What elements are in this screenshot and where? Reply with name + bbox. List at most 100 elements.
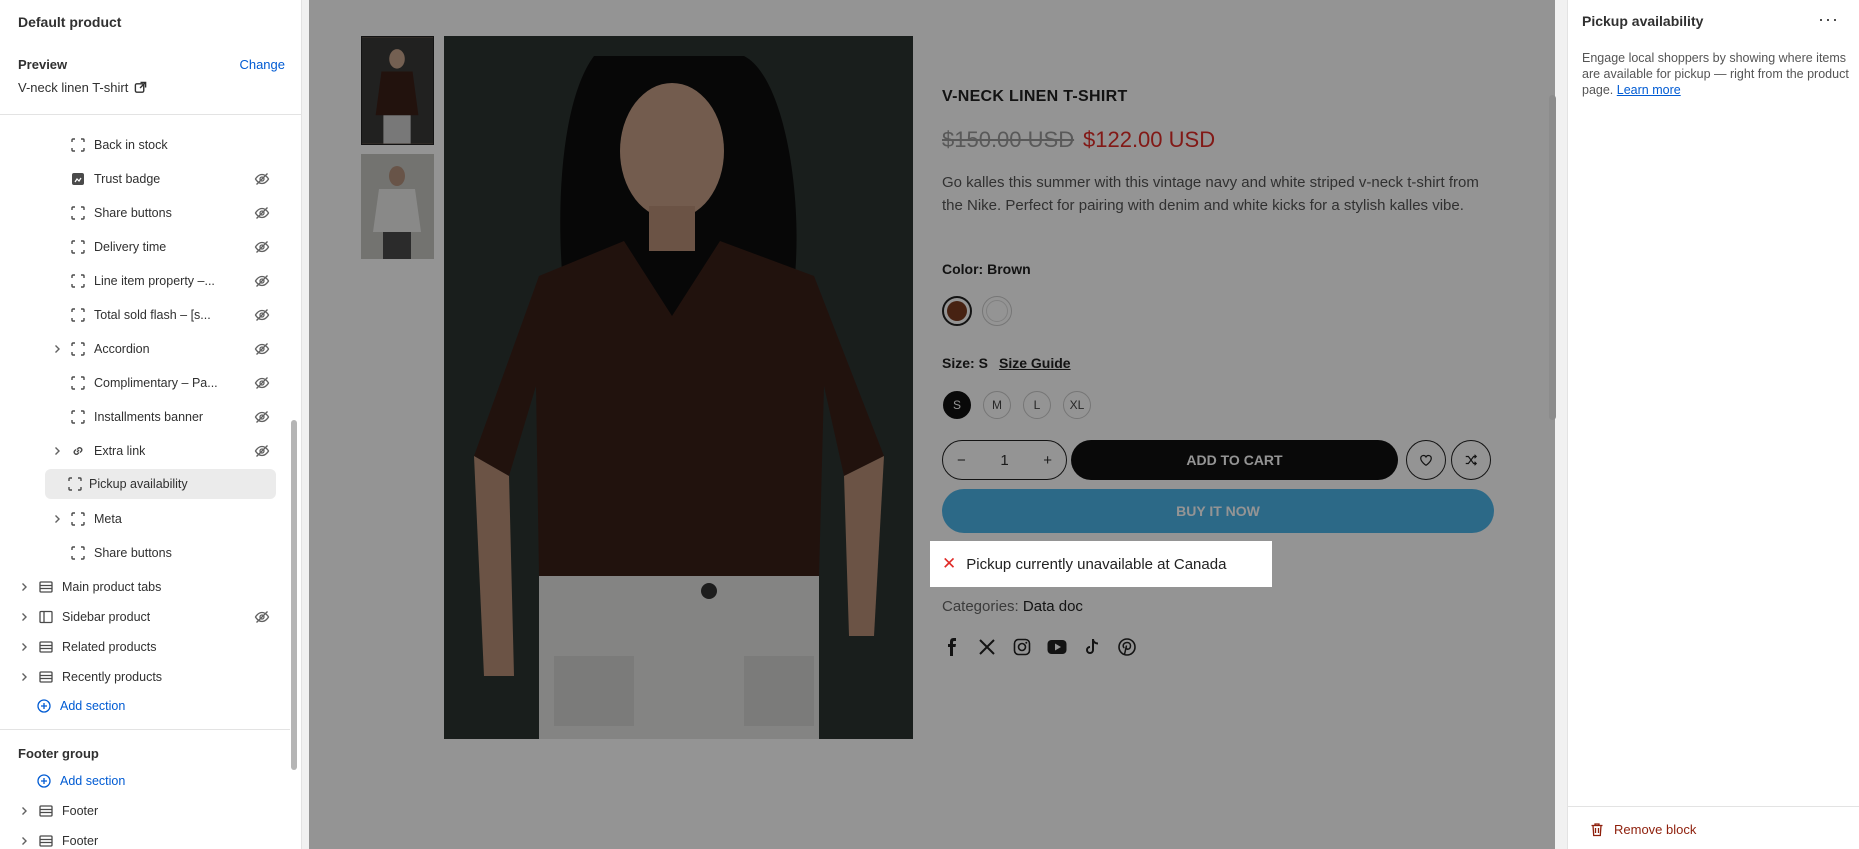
canvas-scrollbar[interactable] [1549, 95, 1556, 420]
thumbnail-image [362, 37, 433, 144]
remove-block-label: Remove block [1614, 822, 1697, 837]
instagram-icon[interactable] [1012, 637, 1032, 657]
block-icon [70, 137, 86, 153]
tiktok-icon[interactable] [1082, 637, 1102, 657]
size-option-l[interactable]: L [1023, 391, 1051, 419]
eye-hidden-icon[interactable] [254, 171, 270, 187]
block-label: Complimentary – Pa... [94, 376, 218, 390]
color-swatch-brown[interactable] [942, 296, 972, 326]
block-item-complimentary[interactable]: Complimentary – Pa... [70, 369, 270, 397]
close-x-icon: ✕ [942, 554, 957, 573]
eye-hidden-icon[interactable] [254, 239, 270, 255]
eye-hidden-icon[interactable] [254, 307, 270, 323]
add-to-cart-button[interactable]: ADD TO CART [1071, 440, 1398, 480]
quantity-stepper: − 1 + [942, 440, 1067, 480]
block-icon [70, 545, 86, 561]
preview-label: Preview [18, 57, 68, 72]
size-option-m[interactable]: M [983, 391, 1011, 419]
block-label: Meta [94, 512, 122, 526]
section-icon [38, 803, 54, 819]
section-item-main-product-tabs[interactable]: Main product tabs [38, 573, 270, 601]
facebook-icon[interactable] [942, 637, 962, 657]
block-label: Line item property –... [94, 274, 215, 288]
footer-label: Footer [62, 834, 99, 848]
section-icon [38, 579, 54, 595]
block-item-delivery-time[interactable]: Delivery time [70, 233, 270, 261]
block-item-total-sold-flash[interactable]: Total sold flash – [s... [70, 301, 270, 329]
more-options-icon[interactable]: ··· [1818, 9, 1839, 30]
block-icon [70, 341, 86, 357]
footer-item[interactable]: Footer [38, 797, 98, 825]
block-item-installments-banner[interactable]: Installments banner [70, 403, 270, 431]
section-item-related-products[interactable]: Related products [38, 633, 270, 661]
youtube-icon[interactable] [1047, 637, 1067, 657]
section-icon [38, 669, 54, 685]
sidebar-scrollbar[interactable] [291, 420, 297, 770]
size-option-xl[interactable]: XL [1063, 391, 1091, 419]
chevron-right-icon[interactable] [18, 581, 30, 593]
block-item-share-buttons[interactable]: Share buttons [70, 199, 270, 227]
buy-it-now-button[interactable]: BUY IT NOW [942, 489, 1494, 533]
chevron-right-icon[interactable] [18, 611, 30, 623]
preview-product-name: V-neck linen T-shirt [18, 80, 129, 95]
social-share-row [942, 637, 1137, 657]
chevron-right-icon[interactable] [18, 641, 30, 653]
eye-hidden-icon[interactable] [254, 443, 270, 459]
block-label: Installments banner [94, 410, 204, 424]
product-thumbnail[interactable] [361, 36, 434, 145]
block-item-extra-link[interactable]: Extra link [70, 437, 270, 465]
eye-hidden-icon[interactable] [254, 409, 270, 425]
product-description: Go kalles this summer with this vintage … [942, 174, 1479, 214]
size-option-s[interactable]: S [943, 391, 971, 419]
block-item-line-item-property[interactable]: Line item property –... [70, 267, 270, 295]
section-item-sidebar-product[interactable]: Sidebar product [38, 603, 270, 631]
block-item-trust-badge[interactable]: Trust badge [70, 165, 270, 193]
panel-title: Pickup availability [1582, 13, 1704, 29]
section-item-recently-products[interactable]: Recently products [38, 663, 270, 691]
chevron-right-icon[interactable] [51, 445, 63, 457]
eye-hidden-icon[interactable] [254, 375, 270, 391]
size-guide-link[interactable]: Size Guide [999, 355, 1071, 371]
block-label: Pickup availability [89, 477, 188, 491]
section-label: Sidebar product [62, 610, 151, 624]
sidebar-title: Default product [18, 14, 122, 30]
selected-block-pickup-availability[interactable]: Pickup availability [34, 463, 283, 512]
shuffle-icon [1465, 454, 1478, 466]
qty-plus-button[interactable]: + [1043, 452, 1052, 469]
qty-minus-button[interactable]: − [957, 452, 966, 469]
eye-hidden-icon[interactable] [254, 205, 270, 221]
block-item-share-buttons-2[interactable]: Share buttons [70, 539, 270, 567]
footer-add-section-button[interactable]: Add section [36, 767, 125, 795]
product-thumbnail[interactable] [361, 154, 434, 259]
qty-value[interactable]: 1 [1000, 452, 1008, 469]
chevron-right-icon[interactable] [51, 343, 63, 355]
chevron-right-icon[interactable] [18, 671, 30, 683]
block-item-accordion[interactable]: Accordion [70, 335, 270, 363]
footer-group-title: Footer group [18, 746, 99, 761]
block-icon [70, 375, 86, 391]
category-link[interactable]: Data doc [1023, 598, 1083, 615]
block-item-back-in-stock[interactable]: Back in stock [70, 131, 270, 159]
remove-block-button[interactable]: Remove block [1590, 822, 1696, 837]
x-icon[interactable] [977, 637, 997, 657]
chevron-right-icon[interactable] [51, 513, 63, 525]
learn-more-link[interactable]: Learn more [1617, 83, 1681, 97]
footer-item[interactable]: Footer [38, 827, 98, 849]
wishlist-button[interactable] [1406, 440, 1446, 480]
pinterest-icon[interactable] [1117, 637, 1137, 657]
preview-product[interactable]: V-neck linen T-shirt [18, 80, 147, 95]
eye-hidden-icon[interactable] [254, 273, 270, 289]
external-link-icon[interactable] [134, 81, 147, 94]
model-photo [444, 36, 913, 739]
color-swatch-white[interactable] [982, 296, 1012, 326]
eye-hidden-icon[interactable] [254, 609, 270, 625]
heart-icon [1420, 454, 1432, 466]
product-main-image[interactable] [444, 36, 913, 739]
compare-button[interactable] [1451, 440, 1491, 480]
section-icon [38, 639, 54, 655]
chevron-right-icon[interactable] [18, 835, 30, 847]
eye-hidden-icon[interactable] [254, 341, 270, 357]
change-preview-link[interactable]: Change [239, 57, 285, 72]
chevron-right-icon[interactable] [18, 805, 30, 817]
add-section-button[interactable]: Add section [36, 692, 125, 720]
